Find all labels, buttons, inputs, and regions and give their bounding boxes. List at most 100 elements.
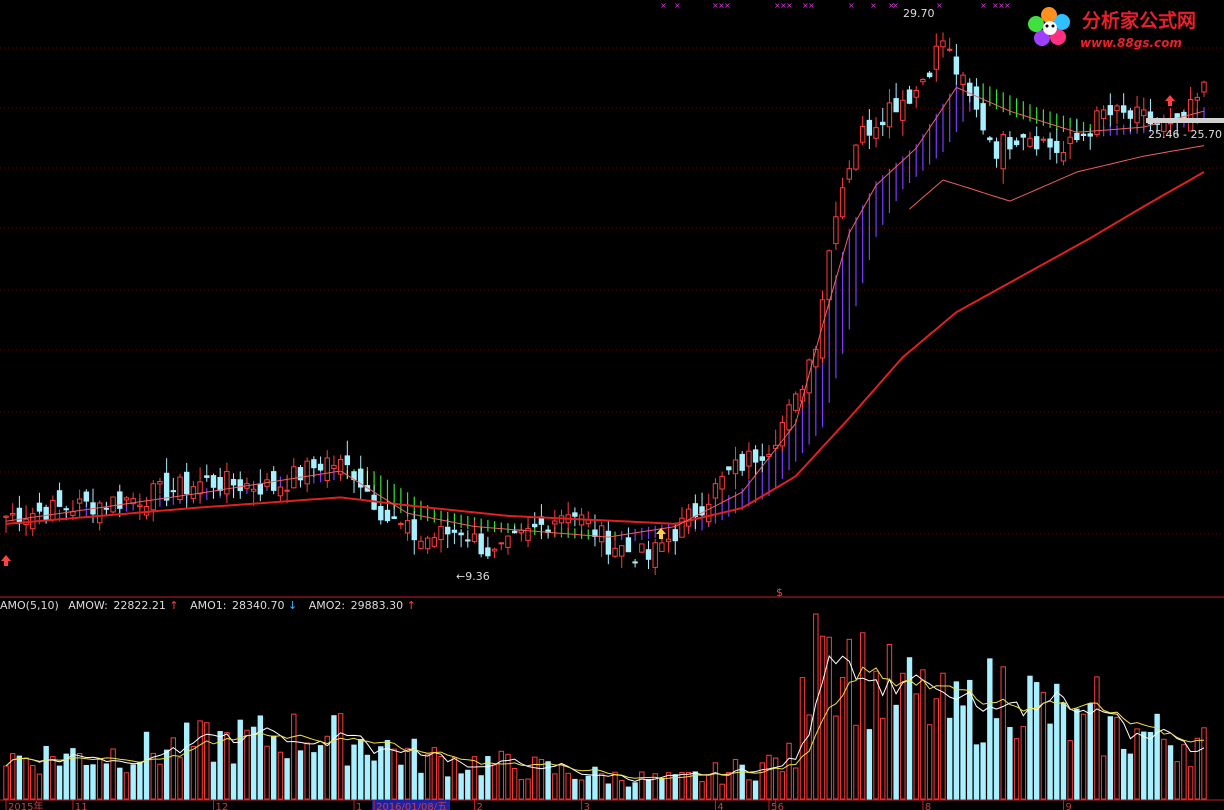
volume-bar	[3, 765, 9, 800]
candle-down	[1074, 132, 1080, 141]
candle-down	[1087, 133, 1093, 137]
volume-bar	[304, 742, 310, 800]
candle-up	[143, 506, 150, 516]
candle-down	[672, 529, 678, 542]
signal-x-icon: ×	[660, 1, 667, 10]
candle-up	[137, 504, 143, 508]
time-tick-label: 5	[771, 802, 777, 810]
volume-bar	[813, 613, 819, 800]
time-tick-label: 8	[925, 802, 931, 810]
candle-up	[250, 488, 257, 492]
candle-up	[826, 250, 832, 301]
time-tick-label: 11	[75, 802, 88, 810]
amo1-value: 28340.70	[232, 599, 285, 612]
volume-bar	[378, 746, 384, 800]
volume-bar	[150, 752, 156, 800]
volume-bar	[558, 764, 565, 800]
signal-x-icon: ×	[724, 1, 731, 10]
volume-bar	[659, 778, 665, 800]
candle-up	[793, 393, 799, 411]
volume-bar	[752, 780, 759, 800]
amo1-arrow-icon: ↓	[288, 599, 297, 612]
candle-down	[451, 529, 458, 533]
candle-up	[598, 525, 605, 543]
candle-down	[893, 98, 899, 113]
signal-up-icon	[1165, 95, 1175, 106]
volume-bar	[424, 753, 431, 800]
volume-bar	[1047, 723, 1053, 800]
candle-down	[645, 549, 652, 560]
volume-bar	[913, 693, 919, 800]
volume-bar	[197, 720, 203, 800]
volume-bar	[291, 713, 297, 800]
volume-bar	[1181, 744, 1187, 800]
volume-bar	[1147, 732, 1154, 800]
candle-up	[639, 543, 645, 553]
candle-up	[685, 508, 692, 527]
volume-bar	[672, 774, 678, 800]
volume-bar	[598, 773, 605, 800]
candle-down	[117, 491, 123, 509]
volume-bar	[244, 729, 250, 800]
moving-average-lines	[5, 86, 1205, 538]
volume-bar	[645, 778, 652, 800]
candle-up	[1100, 109, 1107, 120]
volume-bar	[1074, 708, 1080, 800]
volume-bar	[36, 773, 43, 800]
candle-up	[552, 520, 558, 525]
candle-down	[103, 507, 110, 510]
amo2-label: AMO2:	[309, 599, 345, 612]
volume-bar	[719, 783, 725, 800]
candle-down	[56, 490, 63, 507]
candle-up	[70, 511, 76, 516]
candle-down	[43, 506, 49, 521]
candle-up	[913, 90, 919, 98]
volume-bar	[177, 757, 183, 800]
volume-bar	[766, 754, 772, 800]
volume-bar	[779, 771, 786, 800]
volume-bar	[793, 767, 799, 800]
volume-bar	[157, 763, 163, 800]
volume-bar	[418, 772, 424, 800]
candle-down	[906, 89, 913, 104]
signal-up-icon	[1, 555, 11, 566]
signal-x-icon: ×	[674, 1, 681, 10]
volume-bar	[277, 751, 284, 800]
volume-bar	[1141, 731, 1147, 800]
volume-bar	[398, 764, 404, 800]
volume-bar	[311, 752, 317, 800]
candle-down	[953, 56, 960, 75]
candle-down	[344, 455, 351, 466]
candle-up	[900, 99, 906, 121]
volume-bar	[123, 772, 130, 800]
candle-up	[9, 513, 16, 516]
volume-bar	[679, 772, 685, 800]
volume-bar	[1167, 745, 1174, 800]
candle-up	[886, 102, 893, 128]
candle-down	[391, 516, 397, 519]
time-tick-label: 12	[215, 802, 228, 810]
candle-up	[76, 498, 83, 504]
volume-bar	[920, 669, 926, 800]
candle-up	[846, 168, 852, 180]
candle-up	[859, 125, 866, 143]
volume-bar	[1154, 713, 1160, 800]
candle-down	[993, 141, 1000, 159]
candle-up	[123, 497, 130, 501]
candle-up	[839, 187, 846, 218]
volume-bar	[237, 719, 243, 800]
ma-short-line	[5, 86, 1205, 538]
candle-down	[458, 532, 464, 536]
volume-bar	[250, 726, 257, 800]
volume-bar	[83, 764, 90, 800]
candle-down	[485, 547, 491, 557]
volume-bar	[1027, 675, 1033, 800]
volume-bar	[518, 779, 525, 800]
amo2-arrow-icon: ↑	[407, 599, 416, 612]
candle-up	[1067, 136, 1073, 144]
candle-up	[324, 457, 330, 482]
volume-bar	[1094, 676, 1100, 800]
candle-down	[632, 561, 638, 564]
volume-bar	[1134, 728, 1140, 800]
candle-down	[880, 121, 886, 126]
